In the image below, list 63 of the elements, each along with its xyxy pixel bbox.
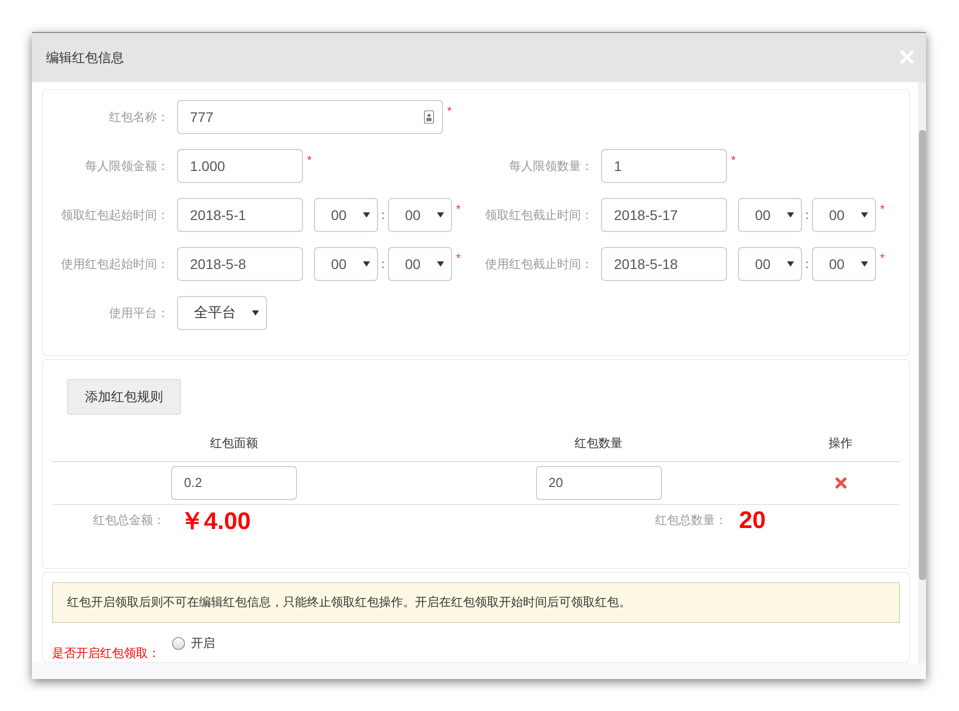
minute-select[interactable]: 00 (388, 198, 452, 232)
required-mark: * (307, 153, 312, 167)
hour-select[interactable]: 00 (314, 247, 378, 281)
required-mark: * (880, 202, 885, 216)
field-label: 领取红包起始时间： (60, 206, 169, 224)
total-count-label: 红包总数量： (654, 512, 727, 530)
required-mark: * (880, 251, 885, 265)
field-label: 使用红包截止时间： (484, 256, 593, 272)
time-separator: : (380, 208, 386, 222)
caret-icon (787, 261, 794, 267)
field-label: 每人限领数量： (508, 158, 593, 174)
scrollbar-thumb[interactable] (919, 130, 926, 580)
platform-select[interactable]: 全平台 (177, 296, 267, 330)
caret-icon (787, 212, 794, 218)
radio-label[interactable]: 开启 (191, 635, 215, 652)
caret-icon (437, 261, 444, 267)
hour-select[interactable]: 00 (314, 198, 378, 232)
minute-select[interactable]: 00 (812, 247, 876, 281)
date-input-field[interactable]: 2018-5-17 (601, 198, 727, 232)
input-field[interactable]: 1.000 (177, 149, 303, 183)
field-label: 每人限领金额： (84, 158, 169, 174)
minute-select[interactable]: 00 (388, 247, 452, 281)
column-header: 红包面额 (209, 435, 259, 452)
date-input-field[interactable]: 2018-5-18 (601, 247, 727, 281)
column-header: 操作 (828, 435, 854, 452)
required-mark: * (456, 202, 461, 216)
scrollbar[interactable] (918, 82, 926, 663)
field-label: 领取红包截止时间： (484, 206, 593, 224)
hour-select[interactable]: 00 (738, 198, 802, 232)
caret-icon (437, 212, 444, 218)
notice-message: 红包开启领取后则不可在编辑红包信息，只能终止领取红包操作。开启在红包领取开始时间后可领取红包。 (52, 582, 900, 623)
total-count: 20 (739, 506, 766, 535)
delete-icon[interactable] (834, 476, 846, 489)
add-rule-button[interactable]: 添加红包规则 (67, 378, 181, 415)
time-separator: : (380, 257, 386, 271)
caret-icon (252, 310, 259, 316)
required-mark: * (731, 153, 736, 167)
radio-button[interactable] (172, 637, 185, 650)
minute-select[interactable]: 00 (812, 198, 876, 232)
dialog-title: 编辑红包信息 (46, 48, 124, 66)
field-label: 使用红包起始时间： (60, 256, 169, 272)
name-input-field[interactable]: 777 (177, 100, 443, 134)
time-separator: : (804, 208, 810, 222)
caret-icon (861, 212, 868, 218)
time-separator: : (804, 257, 810, 271)
field-label: 使用平台： (108, 304, 169, 322)
contact-card-icon[interactable] (424, 110, 434, 124)
column-header: 红包数量 (574, 435, 624, 452)
date-input-field[interactable]: 2018-5-8 (177, 247, 303, 281)
input-field[interactable]: 1 (601, 149, 727, 183)
count-input-field[interactable]: 20 (536, 466, 662, 500)
field-label: 红包名称： (108, 108, 169, 126)
caret-icon (861, 261, 868, 267)
total-amount-label: 红包总金额： (92, 512, 165, 530)
required-mark: * (456, 251, 461, 265)
total-amount: ￥4.00 (180, 506, 251, 537)
date-input-field[interactable]: 2018-5-1 (177, 198, 303, 232)
caret-icon (363, 261, 370, 267)
hour-select[interactable]: 00 (738, 247, 802, 281)
caret-icon (363, 212, 370, 218)
required-mark: * (447, 104, 452, 118)
amount-input-field[interactable]: 0.2 (171, 466, 297, 500)
activation-label: 是否开启红包领取： (52, 645, 160, 662)
